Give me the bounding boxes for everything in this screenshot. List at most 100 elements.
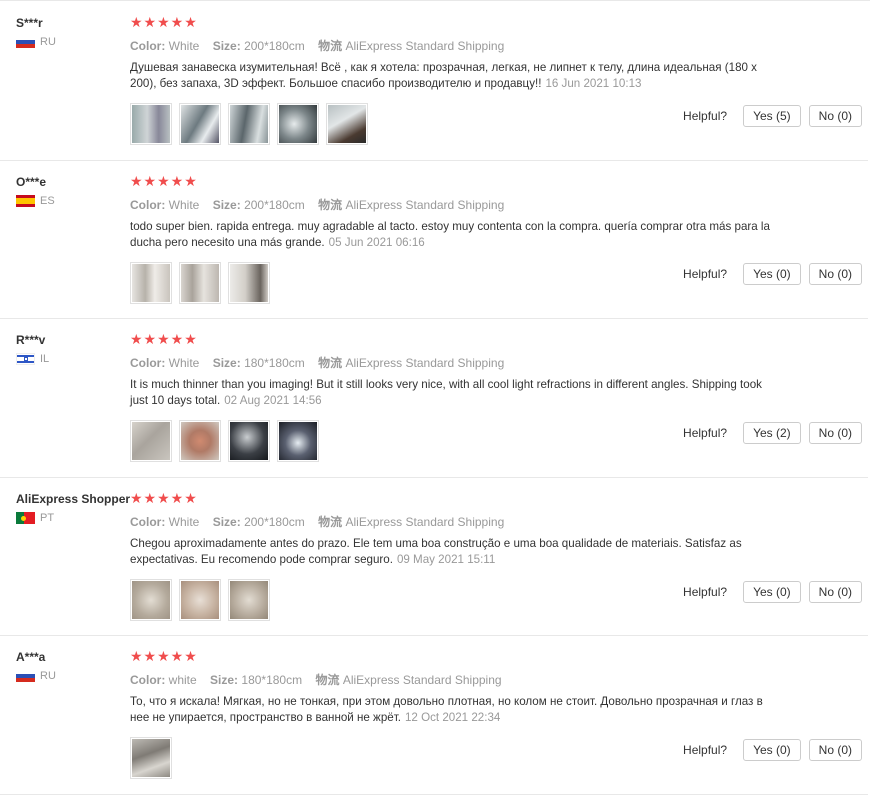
review-item: O***e ES ★★★★★ Color: White Size: 200*18… — [0, 161, 868, 319]
russia-flag-icon — [16, 670, 35, 682]
reviewer-info: O***e ES — [16, 175, 128, 207]
sku-info: Color: White Size: 200*180cm 物流 AliExpre… — [130, 515, 505, 529]
reviewer-name: O***e — [16, 175, 47, 189]
color-value: White — [168, 515, 200, 529]
rating-stars: ★★★★★ — [130, 15, 198, 31]
helpful-yes-button[interactable]: Yes (0) — [743, 581, 801, 603]
reviewer-country: ES — [40, 195, 55, 207]
helpful-vote: Helpful? Yes (0) No (0) — [683, 263, 862, 285]
helpful-no-button[interactable]: No (0) — [808, 422, 862, 444]
review-photo-thumbnail[interactable] — [228, 420, 270, 462]
size-value: 200*180cm — [244, 39, 305, 53]
reviewer-info: S***r RU — [16, 16, 128, 48]
color-value: White — [168, 39, 200, 53]
reviewer-info: A***a RU — [16, 650, 128, 682]
review-date: 05 Jun 2021 06:16 — [328, 236, 425, 249]
review-photo-thumbnail[interactable] — [228, 262, 270, 304]
review-photo-thumbnail[interactable] — [130, 103, 172, 145]
helpful-yes-button[interactable]: Yes (0) — [743, 739, 801, 761]
review-photos — [130, 579, 770, 621]
review-text: Душевая занавеска изумительная! Всё , ка… — [130, 61, 757, 90]
helpful-yes-button[interactable]: Yes (5) — [743, 105, 801, 127]
review-text: Chegou aproximadamente antes do prazo. E… — [130, 537, 742, 566]
review-photo-thumbnail[interactable] — [326, 103, 368, 145]
shipping-value: AliExpress Standard Shipping — [345, 198, 505, 212]
reviewer-country: RU — [40, 36, 56, 48]
review-date: 09 May 2021 15:11 — [396, 553, 496, 566]
review-photo-thumbnail[interactable] — [228, 103, 270, 145]
review-date: 12 Oct 2021 22:34 — [404, 711, 501, 724]
review-photo-thumbnail[interactable] — [130, 579, 172, 621]
israel-flag-icon — [16, 353, 35, 365]
review-item: AliExpress Shopper PT ★★★★★ Color: White… — [0, 478, 868, 636]
review-photo-thumbnail[interactable] — [179, 579, 221, 621]
helpful-vote: Helpful? Yes (0) No (0) — [683, 581, 862, 603]
sku-info: Color: White Size: 200*180cm 物流 AliExpre… — [130, 198, 505, 212]
helpful-yes-button[interactable]: Yes (0) — [743, 263, 801, 285]
helpful-label: Helpful? — [683, 743, 728, 757]
color-value: White — [168, 356, 200, 370]
review-photo-thumbnail[interactable] — [130, 262, 172, 304]
reviewer-name: S***r — [16, 16, 43, 30]
review-photos — [130, 262, 770, 304]
review-photo-thumbnail[interactable] — [277, 420, 319, 462]
review-photos — [130, 103, 770, 145]
helpful-label: Helpful? — [683, 426, 728, 440]
reviewer-name: AliExpress Shopper — [16, 492, 131, 506]
sku-info: Color: white Size: 180*180cm 物流 AliExpre… — [130, 673, 502, 687]
shipping-value: AliExpress Standard Shipping — [345, 356, 505, 370]
reviewer-info: AliExpress Shopper PT — [16, 492, 131, 524]
color-value: White — [168, 198, 200, 212]
size-value: 180*180cm — [241, 673, 303, 687]
review-photo-thumbnail[interactable] — [179, 103, 221, 145]
review-photos — [130, 737, 770, 779]
review-text: todo super bien. rapida entrega. muy agr… — [130, 220, 770, 249]
rating-stars: ★★★★★ — [130, 649, 198, 665]
helpful-vote: Helpful? Yes (0) No (0) — [683, 739, 862, 761]
review-date: 16 Jun 2021 10:13 — [545, 77, 642, 90]
helpful-no-button[interactable]: No (0) — [808, 263, 862, 285]
helpful-yes-button[interactable]: Yes (2) — [743, 422, 801, 444]
review-text: It is much thinner than you imaging! But… — [130, 378, 762, 407]
shipping-value: AliExpress Standard Shipping — [345, 515, 505, 529]
helpful-no-button[interactable]: No (0) — [808, 739, 862, 761]
review-item: R***v IL ★★★★★ Color: White Size: 180*18… — [0, 319, 868, 478]
review-photo-thumbnail[interactable] — [130, 420, 172, 462]
shipping-value: AliExpress Standard Shipping — [345, 39, 505, 53]
reviewer-country: PT — [40, 512, 55, 524]
review-photo-thumbnail[interactable] — [130, 737, 172, 779]
sku-info: Color: White Size: 180*180cm 物流 AliExpre… — [130, 356, 505, 370]
review-photo-thumbnail[interactable] — [277, 103, 319, 145]
helpful-vote: Helpful? Yes (5) No (0) — [683, 105, 862, 127]
review-photo-thumbnail[interactable] — [228, 579, 270, 621]
review-item: S***r RU ★★★★★ Color: White Size: 200*18… — [0, 0, 868, 161]
sku-info: Color: White Size: 200*180cm 物流 AliExpre… — [130, 39, 505, 53]
shipping-value: AliExpress Standard Shipping — [342, 673, 502, 687]
review-text: То, что я искала! Мягкая, но не тонкая, … — [130, 695, 763, 724]
spain-flag-icon — [16, 195, 35, 207]
size-value: 200*180cm — [244, 515, 305, 529]
helpful-label: Helpful? — [683, 585, 728, 599]
helpful-no-button[interactable]: No (0) — [808, 105, 862, 127]
reviewer-name: A***a — [16, 650, 46, 664]
review-date: 02 Aug 2021 14:56 — [224, 394, 322, 407]
review-photos — [130, 420, 770, 462]
helpful-vote: Helpful? Yes (2) No (0) — [683, 422, 862, 444]
helpful-label: Helpful? — [683, 267, 728, 281]
reviewer-country: IL — [40, 353, 50, 365]
portugal-flag-icon — [16, 512, 35, 524]
helpful-no-button[interactable]: No (0) — [808, 581, 862, 603]
size-value: 180*180cm — [244, 356, 305, 370]
rating-stars: ★★★★★ — [130, 491, 198, 507]
helpful-label: Helpful? — [683, 109, 728, 123]
russia-flag-icon — [16, 36, 35, 48]
color-value: white — [168, 673, 197, 687]
size-value: 200*180cm — [244, 198, 305, 212]
reviewer-country: RU — [40, 670, 56, 682]
reviewer-info: R***v IL — [16, 333, 128, 365]
reviewer-name: R***v — [16, 333, 46, 347]
rating-stars: ★★★★★ — [130, 174, 198, 190]
review-photo-thumbnail[interactable] — [179, 262, 221, 304]
review-photo-thumbnail[interactable] — [179, 420, 221, 462]
rating-stars: ★★★★★ — [130, 332, 198, 348]
